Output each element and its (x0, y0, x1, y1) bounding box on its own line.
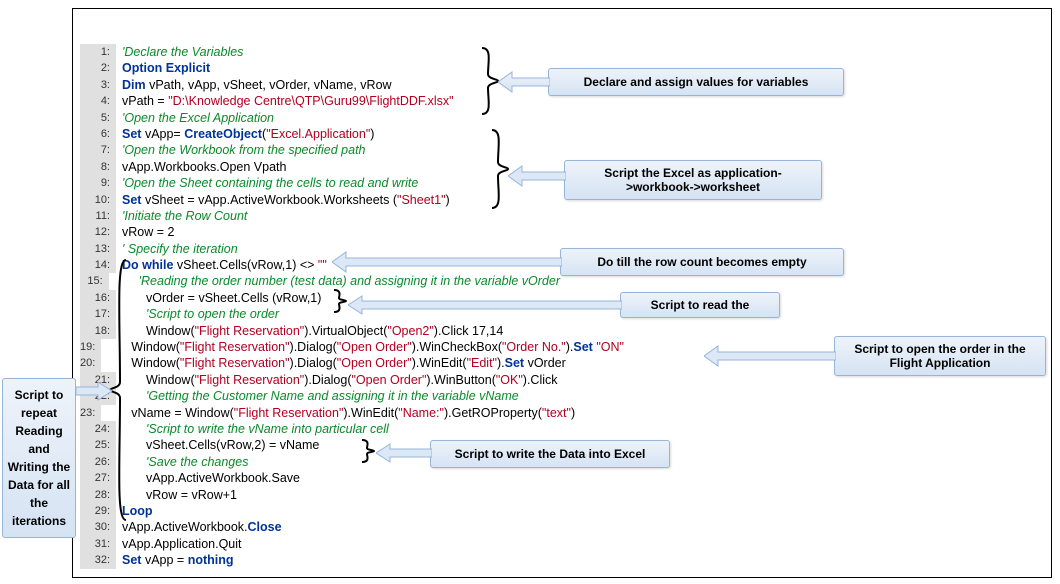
code-content: vOrder = vSheet.Cells (vRow,1) (116, 290, 321, 306)
brace-excel (488, 128, 510, 210)
callout-text: Script to read the (651, 298, 750, 312)
arrow-dowhile (332, 250, 562, 274)
code-line: 24:'Script to write the vName into parti… (80, 421, 560, 437)
code-content: Window("Flight Reservation").Dialog("Ope… (101, 355, 565, 371)
code-line: 19:Window("Flight Reservation").Dialog("… (80, 339, 560, 355)
callout-writeexcel: Script to write the Data into Excel (430, 440, 670, 468)
arrow-openorder (704, 344, 836, 368)
code-content: Window("Flight Reservation").Dialog("Ope… (101, 339, 624, 355)
callout-text: Script to write the Data into Excel (455, 447, 646, 461)
line-number: 8: (80, 159, 116, 175)
callout-text: Declare and assign values for variables (584, 75, 809, 89)
code-content: Do while vSheet.Cells(vRow,1) <> "" (116, 257, 327, 273)
code-line: 27:vApp.ActiveWorkbook.Save (80, 470, 560, 486)
code-content: 'Save the changes (116, 454, 248, 470)
line-number: 15: (80, 273, 109, 289)
code-line: 11:'Initiate the Row Count (80, 208, 560, 224)
line-number: 1: (80, 44, 116, 60)
brace-readcell (330, 288, 348, 314)
code-content: vPath = "D:\Knowledge Centre\QTP\Guru99\… (116, 93, 454, 109)
brace-writeexcel (358, 438, 376, 464)
code-line: 22:'Getting the Customer Name and assign… (80, 388, 560, 404)
callout-text: Script to repeat Reading and Writing the… (7, 386, 71, 530)
line-number: 31: (80, 536, 116, 552)
code-content: 'Open the Workbook from the specified pa… (116, 142, 366, 158)
code-content: 'Getting the Customer Name and assigning… (116, 388, 519, 404)
callout-declare: Declare and assign values for variables (548, 68, 844, 96)
code-line: 21:Window("Flight Reservation").Dialog("… (80, 372, 560, 388)
code-content: vName = Window("Flight Reservation").Win… (101, 405, 575, 421)
code-line: 30:vApp.ActiveWorkbook.Close (80, 519, 560, 535)
code-line: 32:Set vApp = nothing (80, 552, 560, 568)
code-content: Set vSheet = vApp.ActiveWorkbook.Workshe… (116, 192, 450, 208)
arrow-excel (508, 164, 566, 188)
code-content: 'Script to open the order (116, 306, 279, 322)
callout-text: Script the Excel as application->workboo… (573, 166, 813, 194)
code-content: vRow = vRow+1 (116, 487, 237, 503)
callout-text: Script to open the order in the Flight A… (843, 342, 1037, 370)
line-number: 6: (80, 126, 116, 142)
code-line: 15:'Reading the order number (test data)… (80, 273, 560, 289)
code-content: vApp.Application.Quit (116, 536, 242, 552)
code-line: 12:vRow = 2 (80, 224, 560, 240)
line-number: 13: (80, 241, 116, 257)
code-content: 'Open the Sheet containing the cells to … (116, 175, 418, 191)
code-line: 18:Window("Flight Reservation").VirtualO… (80, 323, 560, 339)
code-content: vRow = 2 (116, 224, 174, 240)
code-content: 'Declare the Variables (116, 44, 243, 60)
code-content: 'Initiate the Row Count (116, 208, 247, 224)
callout-openorder: Script to open the order in the Flight A… (834, 336, 1046, 376)
line-number: 9: (80, 175, 116, 191)
code-content: vApp.Workbooks.Open Vpath (116, 159, 286, 175)
callout-side-loop: Script to repeat Reading and Writing the… (2, 378, 76, 538)
code-line: 28:vRow = vRow+1 (80, 487, 560, 503)
arrow-read (348, 294, 622, 316)
line-number: 19: (80, 339, 101, 355)
callout-excel: Script the Excel as application->workboo… (564, 160, 822, 200)
code-content: vApp.ActiveWorkbook.Close (116, 519, 282, 535)
code-content: vApp.ActiveWorkbook.Save (116, 470, 300, 486)
line-number: 2: (80, 60, 116, 76)
line-number: 10: (80, 192, 116, 208)
line-number: 11: (80, 208, 116, 224)
callout-read: Script to read the (620, 292, 780, 318)
line-number: 5: (80, 110, 116, 126)
code-content: Dim vPath, vApp, vSheet, vOrder, vName, … (116, 77, 392, 93)
code-content: 'Script to write the vName into particul… (116, 421, 389, 437)
code-line: 20:Window("Flight Reservation").Dialog("… (80, 355, 560, 371)
arrow-side-loop (76, 380, 112, 402)
code-content: vSheet.Cells(vRow,2) = vName (116, 437, 319, 453)
line-number: 3: (80, 77, 116, 93)
brace-declare (478, 46, 500, 116)
code-content: Window("Flight Reservation").Dialog("Ope… (116, 372, 558, 388)
code-content: Window("Flight Reservation").VirtualObje… (116, 323, 503, 339)
line-number: 32: (80, 552, 116, 568)
callout-dowhile: Do till the row count becomes empty (560, 248, 844, 276)
line-number: 12: (80, 224, 116, 240)
code-line: 23:vName = Window("Flight Reservation").… (80, 405, 560, 421)
line-number: 7: (80, 142, 116, 158)
code-content: 'Open the Excel Application (116, 110, 274, 126)
arrow-writeexcel (376, 442, 432, 464)
code-content: Set vApp = nothing (116, 552, 234, 568)
code-line: 29:Loop (80, 503, 560, 519)
code-content: ' Specify the iteration (116, 241, 238, 257)
line-number: 20: (80, 355, 101, 371)
code-content: Option Explicit (116, 60, 210, 76)
line-number: 4: (80, 93, 116, 109)
arrow-declare (498, 70, 550, 94)
code-content: Set vApp= CreateObject("Excel.Applicatio… (116, 126, 374, 142)
callout-text: Do till the row count becomes empty (597, 255, 806, 269)
code-line: 31:vApp.Application.Quit (80, 536, 560, 552)
line-number: 23: (80, 405, 101, 421)
